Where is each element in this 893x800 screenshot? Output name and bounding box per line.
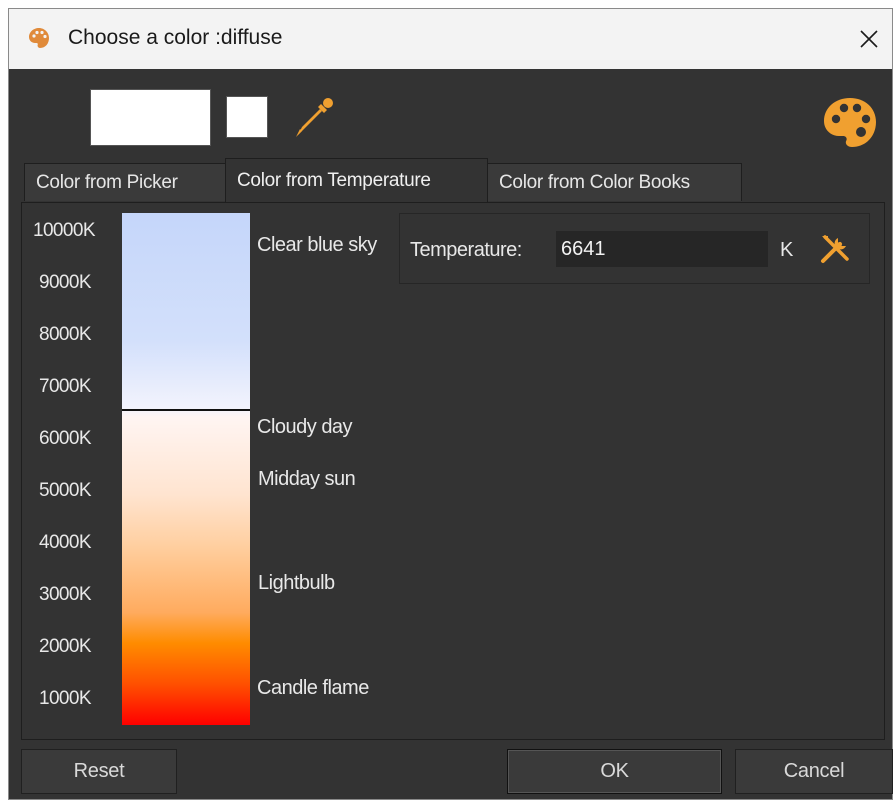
scale-label-2000k: 2000K: [39, 636, 92, 657]
scale-label-3000k: 3000K: [39, 584, 92, 605]
temperature-gradient-bar[interactable]: [122, 213, 250, 725]
dialog-title: Choose a color :diffuse: [68, 26, 283, 49]
reference-candle-flame: Candle flame: [257, 677, 369, 699]
temperature-group: Temperature: K: [399, 213, 870, 284]
cancel-button[interactable]: Cancel: [735, 749, 893, 794]
tab-color-from-temperature[interactable]: Color from Temperature: [225, 158, 488, 202]
reference-clear-blue-sky: Clear blue sky: [257, 234, 377, 256]
eyedropper-icon[interactable]: [292, 95, 336, 139]
reference-cloudy-day: Cloudy day: [257, 416, 353, 438]
palette-icon[interactable]: [821, 95, 879, 149]
tab-color-from-color-books[interactable]: Color from Color Books: [487, 163, 742, 201]
scale-label-10000k: 10000K: [33, 220, 96, 241]
scale-label-5000k: 5000K: [39, 480, 92, 501]
scale-label-7000k: 7000K: [39, 376, 92, 397]
scale-label-9000k: 9000K: [39, 272, 92, 293]
previous-color-swatch[interactable]: [226, 96, 268, 138]
temperature-marker[interactable]: [122, 409, 250, 411]
dialog-body: Color from Picker Color from Temperature…: [9, 69, 893, 799]
color-chooser-dialog: Choose a color :diffuse Color from Picke…: [8, 8, 893, 800]
current-color-swatch: [90, 89, 211, 146]
temperature-label: Temperature:: [410, 239, 522, 261]
ok-button[interactable]: OK: [507, 749, 722, 794]
close-button[interactable]: [846, 9, 892, 69]
scale-label-4000k: 4000K: [39, 532, 92, 553]
reference-midday-sun: Midday sun: [258, 468, 356, 490]
reference-lightbulb: Lightbulb: [258, 572, 335, 594]
scale-label-6000k: 6000K: [39, 428, 92, 449]
tools-icon[interactable]: [818, 232, 852, 266]
tab-color-from-picker[interactable]: Color from Picker: [24, 163, 226, 201]
close-icon: [860, 30, 878, 48]
temperature-input[interactable]: [556, 231, 768, 267]
scale-label-8000k: 8000K: [39, 324, 92, 345]
scale-label-1000k: 1000K: [39, 688, 92, 709]
title-bar: Choose a color :diffuse: [9, 9, 892, 69]
palette-icon: [29, 28, 49, 48]
reset-button[interactable]: Reset: [21, 749, 177, 794]
temperature-panel: 10000K 9000K 8000K 7000K 6000K 5000K 400…: [21, 202, 885, 740]
temperature-unit: K: [780, 239, 794, 261]
